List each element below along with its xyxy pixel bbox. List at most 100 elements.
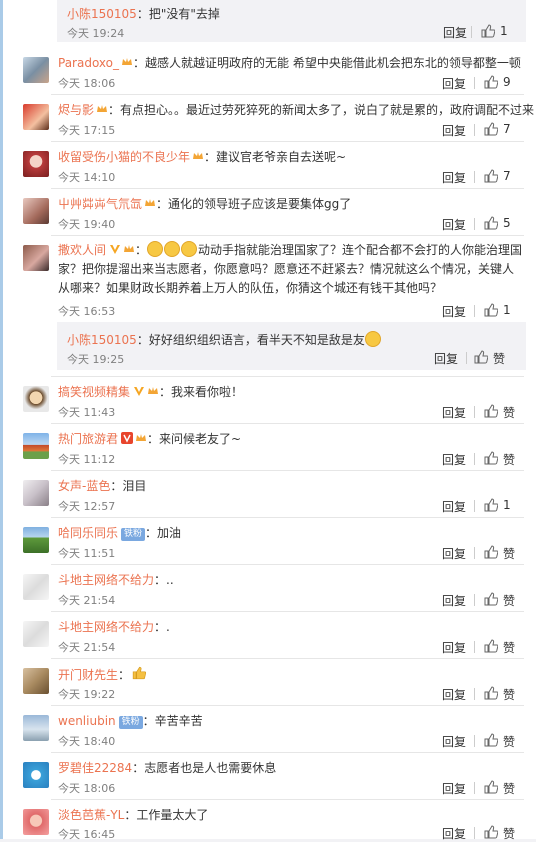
action-separator: [474, 218, 475, 230]
fan-badge: 铁粉: [121, 528, 146, 541]
thumb-up-icon[interactable]: [484, 592, 498, 606]
username-link[interactable]: 屮艸茻芔气氘氙: [58, 197, 142, 211]
avatar[interactable]: [23, 198, 49, 224]
username-link[interactable]: 女声-蓝色: [58, 479, 110, 493]
username-link[interactable]: 斗地主网络不给力: [58, 620, 154, 634]
comment-time: 今天 19:40: [58, 218, 116, 231]
username-link[interactable]: 撒欢人间: [58, 243, 106, 257]
thumb-up-icon[interactable]: [484, 498, 498, 512]
comment-time: 今天 16:45: [58, 828, 116, 841]
thumb-up-icon[interactable]: [484, 686, 498, 700]
thumb-up-icon[interactable]: [481, 24, 495, 38]
comment-time: 今天 14:10: [58, 171, 116, 184]
action-separator: [474, 124, 475, 136]
avatar[interactable]: [23, 57, 49, 83]
username-link[interactable]: Paradoxo_: [58, 56, 119, 70]
comment-list: 小陈150105：把"没有"去掉 今天 19:24 回复 1 Paradoxo_…: [3, 0, 536, 842]
reply-button[interactable]: 回复: [442, 545, 466, 562]
avatar[interactable]: [23, 527, 49, 553]
reply-button[interactable]: 回复: [442, 451, 466, 468]
username-link[interactable]: 罗碧佳22284: [58, 761, 132, 775]
reply-button[interactable]: 回复: [442, 169, 466, 186]
crown-icon: [145, 199, 156, 206]
action-separator: [471, 26, 472, 38]
avatar[interactable]: [23, 151, 49, 177]
reply-button[interactable]: 回复: [442, 122, 466, 139]
username-link[interactable]: 热门旅游君: [58, 432, 118, 446]
thumb-up-icon[interactable]: [484, 216, 498, 230]
comment-text: ：志愿者也是人也需要休息: [132, 761, 277, 775]
username-link[interactable]: 斗地主网络不给力: [58, 573, 154, 587]
divider: [51, 470, 524, 471]
like-count: 赞: [503, 594, 516, 608]
avatar[interactable]: [23, 809, 49, 835]
thumb-up-icon[interactable]: [484, 122, 498, 136]
thumb-up-icon[interactable]: [484, 780, 498, 794]
divider: [51, 141, 524, 142]
reply-button[interactable]: 回复: [442, 825, 466, 842]
reply-button[interactable]: 回复: [443, 24, 467, 41]
thumb-up-icon[interactable]: [484, 169, 498, 183]
comment-time: 今天 11:51: [58, 547, 116, 560]
avatar[interactable]: [23, 433, 49, 459]
comment-line: 斗地主网络不给力：..: [58, 572, 174, 588]
comment-actions: 回复 赞: [434, 592, 524, 608]
reply-button[interactable]: 回复: [442, 780, 466, 797]
reply-text: ：好好组织组织语言，看半天不知是敌是友: [136, 333, 365, 347]
reply-button[interactable]: 回复: [442, 733, 466, 750]
reply-button[interactable]: 回复: [442, 404, 466, 421]
thumb-up-icon[interactable]: [484, 303, 498, 317]
avatar[interactable]: [23, 762, 49, 788]
like-count: 赞: [503, 406, 516, 420]
reply-button[interactable]: 回复: [442, 216, 466, 233]
thumb-up-icon[interactable]: [484, 545, 498, 559]
divider: [51, 376, 524, 377]
thumb-up-icon[interactable]: [484, 733, 498, 747]
username-link[interactable]: wenliubin: [58, 714, 116, 728]
thumb-up-icon[interactable]: [484, 639, 498, 653]
avatar[interactable]: [23, 480, 49, 506]
comment-line: 收留受伤小猫的不良少年 ：建议官老爷亲自去送呢~: [58, 149, 346, 165]
reply-button[interactable]: 回复: [442, 303, 466, 320]
reply-actions: 回复 1: [443, 24, 514, 41]
action-separator: [474, 594, 475, 606]
reply-button[interactable]: 回复: [442, 686, 466, 703]
thumb-up-icon[interactable]: [484, 404, 498, 418]
thumb-up-icon[interactable]: [474, 350, 488, 364]
comment-line: 哈同乐同乐 铁粉 ：加油: [58, 525, 181, 541]
avatar[interactable]: [23, 245, 49, 271]
reply-button[interactable]: 回复: [442, 639, 466, 656]
verified-v-icon: [134, 387, 145, 396]
divider: [51, 188, 524, 189]
thumb-up-icon[interactable]: [484, 75, 498, 89]
avatar[interactable]: [23, 386, 49, 412]
comment-line: 热门旅游君 ：来问候老友了~: [58, 431, 241, 447]
reply-button[interactable]: 回复: [434, 350, 458, 367]
reply-text: ：把"没有"去掉: [136, 7, 220, 21]
username-link[interactable]: 哈同乐同乐: [58, 526, 118, 540]
username-link[interactable]: 烬与影: [58, 103, 94, 117]
comment-line: 罗碧佳22284：志愿者也是人也需要休息: [58, 760, 276, 776]
comment-time: 今天 11:12: [58, 453, 116, 466]
avatar[interactable]: [23, 574, 49, 600]
reply-button[interactable]: 回复: [442, 592, 466, 609]
divider: [51, 517, 524, 518]
comment-time: 今天 19:22: [58, 688, 116, 701]
avatar[interactable]: [23, 621, 49, 647]
comment-line: Paradoxo_ ：越感人就越证明政府的无能 希望中央能借此机会把东北的领导都整…: [58, 55, 521, 71]
reply-button[interactable]: 回复: [442, 498, 466, 515]
username-link[interactable]: 淡色芭蕉-YL: [58, 808, 124, 822]
divider: [51, 564, 524, 565]
thumb-up-icon[interactable]: [484, 825, 498, 839]
avatar[interactable]: [23, 668, 49, 694]
avatar[interactable]: [23, 715, 49, 741]
comment-time: 今天 17:15: [58, 124, 116, 137]
reply-button[interactable]: 回复: [442, 75, 466, 92]
username-link[interactable]: 开门财先生: [58, 668, 118, 682]
thumb-up-icon[interactable]: [484, 451, 498, 465]
avatar[interactable]: [23, 104, 49, 130]
username-link[interactable]: 搞笑视频精集: [58, 385, 130, 399]
username-link[interactable]: 收留受伤小猫的不良少年: [58, 150, 190, 164]
username-link[interactable]: 小陈150105: [67, 333, 137, 347]
username-link[interactable]: 小陈150105: [67, 7, 137, 21]
